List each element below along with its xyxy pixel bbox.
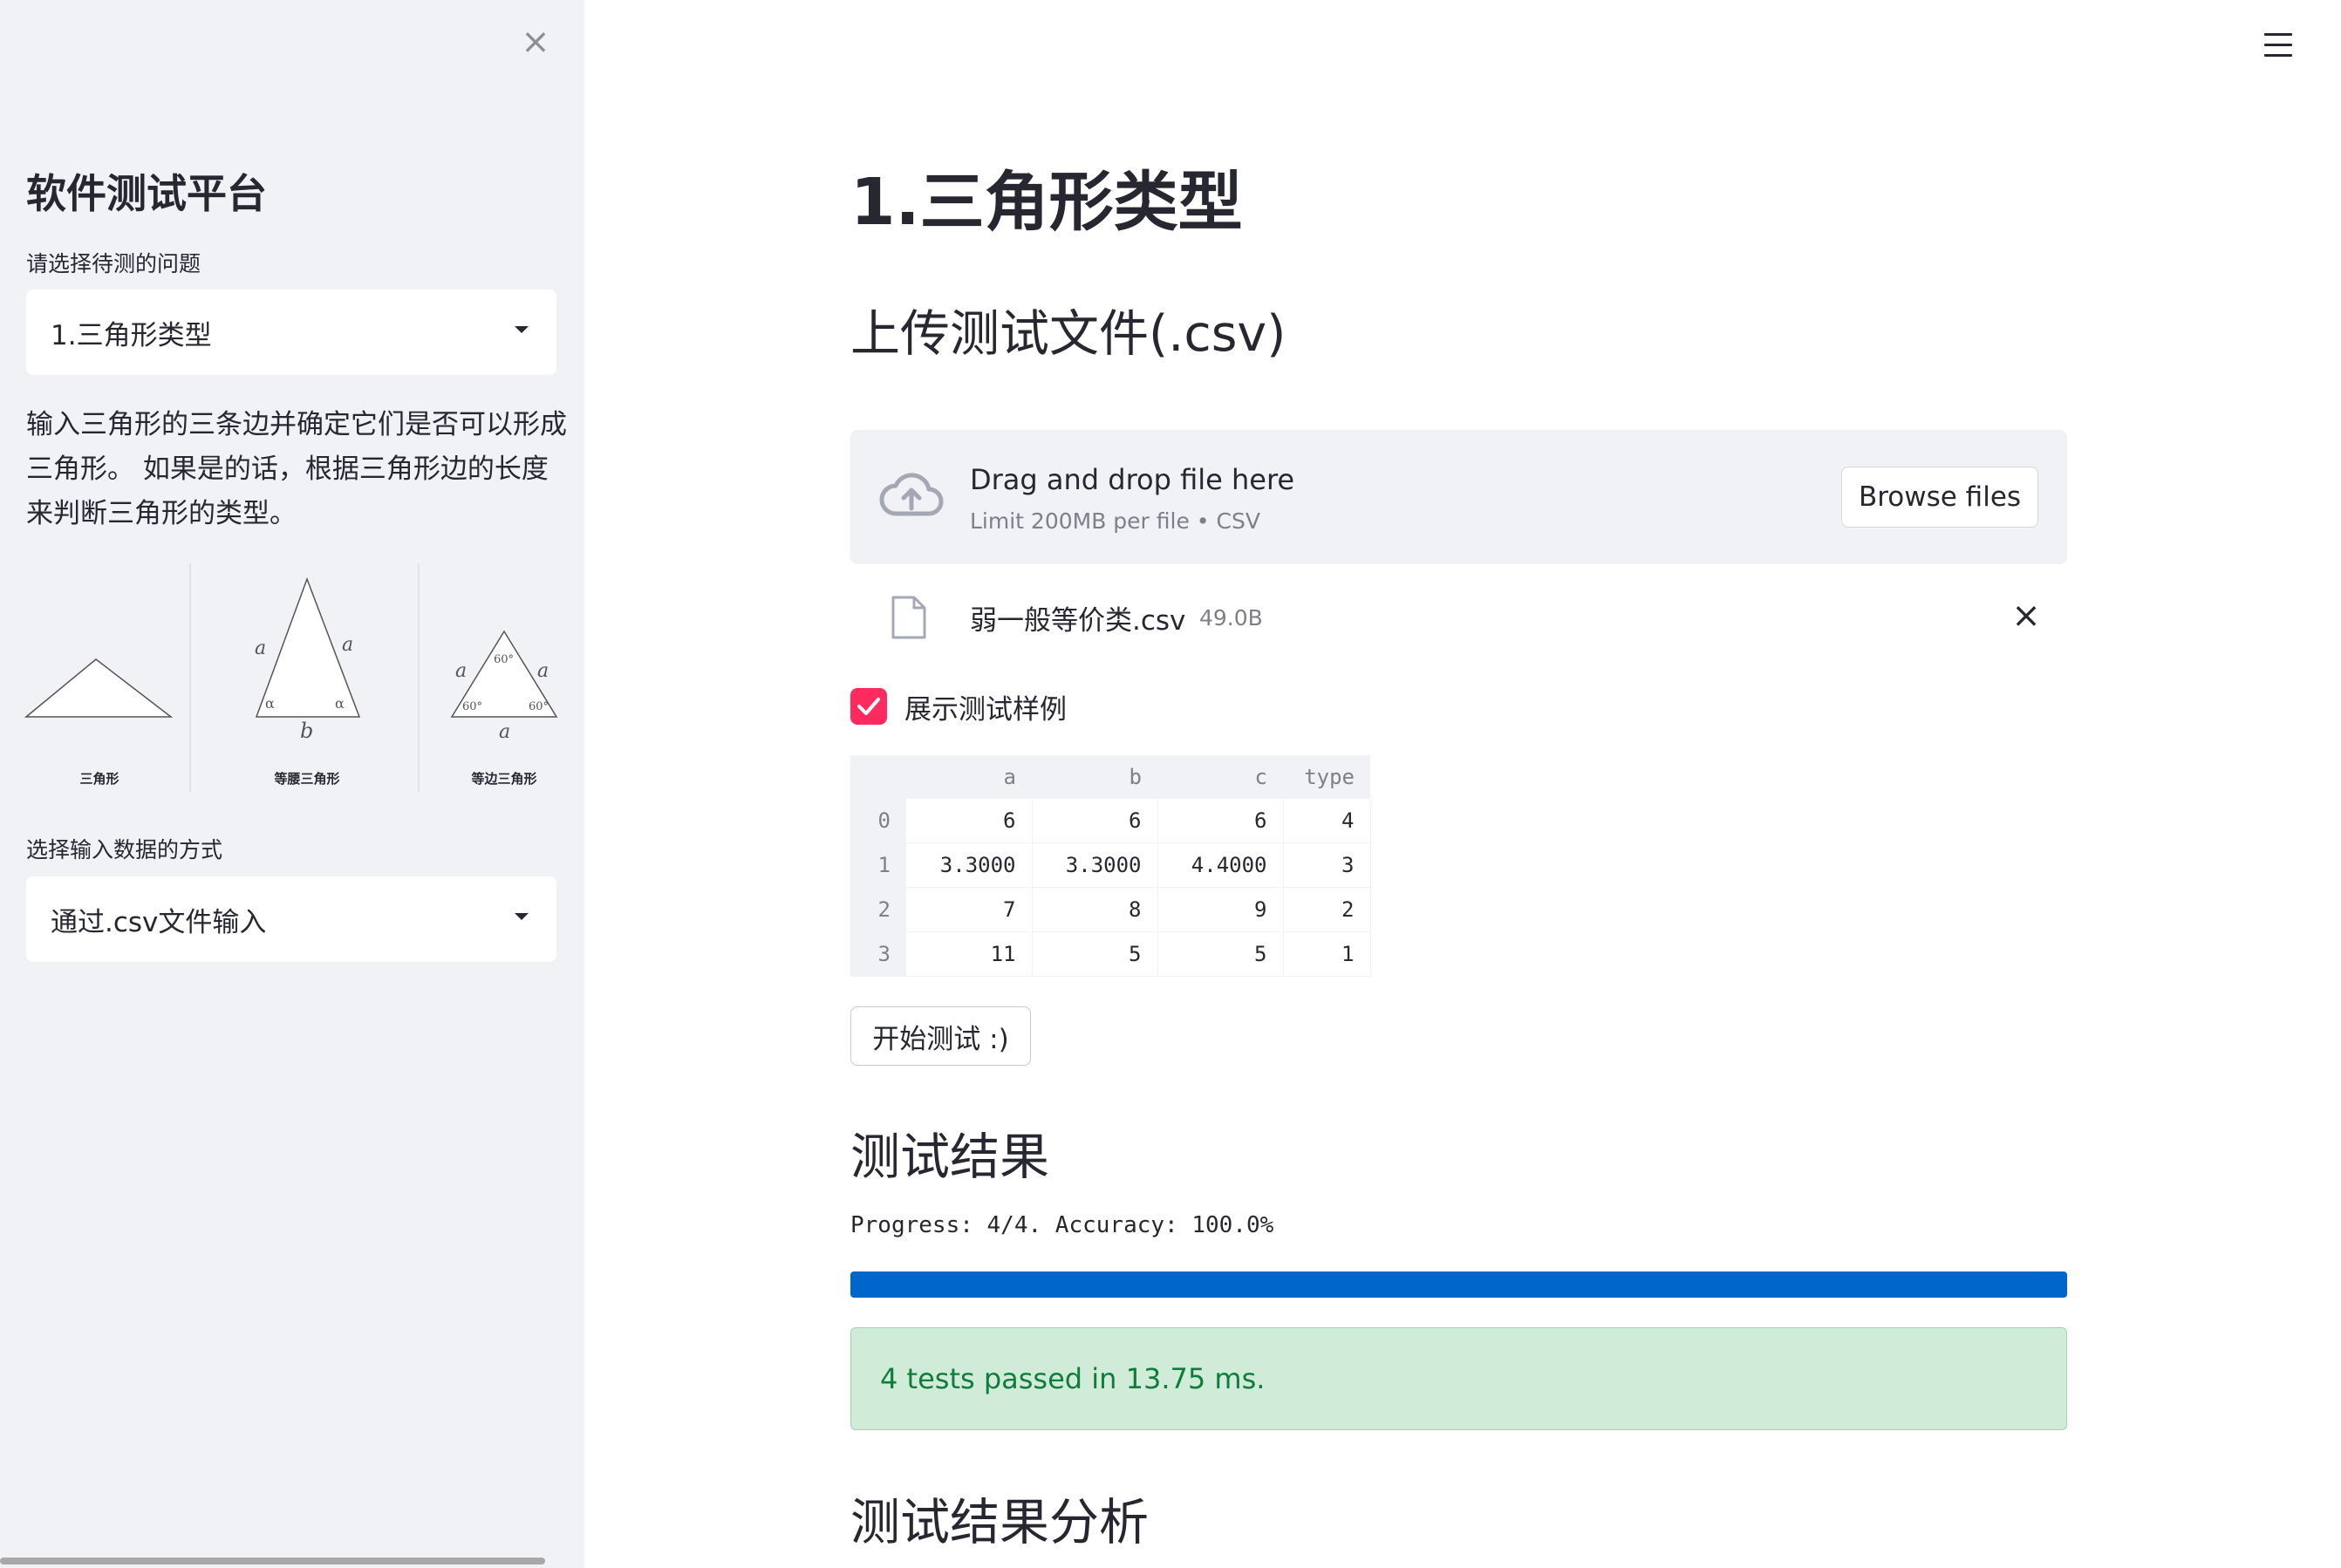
- checkbox-checked[interactable]: [850, 688, 887, 725]
- checkmark-icon: [857, 698, 880, 715]
- remove-file-icon[interactable]: ×: [2009, 598, 2044, 633]
- table-header-a[interactable]: a: [906, 755, 1032, 799]
- table-cell: 6: [1032, 799, 1158, 843]
- test-cases-table: a b c type 0 6 6 6 4 1 3.3000 3.3000 4.4…: [850, 755, 1371, 977]
- triangle-figure-drawing: a a b α α a a a 60° 60° 60°: [24, 563, 558, 792]
- input-method-value: 通过.csv文件输入: [51, 906, 267, 938]
- input-method-label: 选择输入数据的方式: [26, 837, 223, 862]
- sidebar-title: 软件测试平台: [26, 170, 267, 217]
- table-header-c[interactable]: c: [1157, 755, 1283, 799]
- table-cell: 2: [1283, 887, 1371, 932]
- progress-bar-fill: [850, 1271, 2067, 1298]
- row-index: 3: [850, 931, 906, 977]
- table-row: 3 11 5 5 1: [850, 931, 1371, 977]
- table-cell: 6: [1157, 799, 1284, 843]
- problem-description: 输入三角形的三条边并确定它们是否可以形成三角形。 如果是的话，根据三角形边的长度…: [26, 409, 567, 529]
- table-cell: 9: [1157, 887, 1284, 932]
- start-test-button[interactable]: 开始测试 :): [850, 1006, 1031, 1066]
- browse-files-button[interactable]: Browse files: [1841, 467, 2038, 528]
- caption-isosceles: 等腰三角形: [274, 771, 340, 787]
- uploaded-file-row: 弱一般等价类.csv 49.0B ×: [850, 586, 2067, 647]
- hamburger-menu-icon[interactable]: [2264, 33, 2292, 58]
- table-cell: 5: [1032, 931, 1158, 977]
- chevron-down-icon: [515, 913, 529, 920]
- table-cell: 4.4000: [1157, 842, 1284, 888]
- uploaded-file-size: 49.0B: [1199, 605, 1263, 631]
- upload-heading: 上传测试文件(.csv): [850, 305, 1287, 363]
- problem-select[interactable]: 1.三角形类型: [26, 290, 556, 375]
- svg-text:60°: 60°: [529, 700, 549, 713]
- table-row: 0 6 6 6 4: [850, 799, 1371, 843]
- svg-text:a: a: [499, 721, 510, 743]
- progress-text: Progress: 4/4. Accuracy: 100.0%: [850, 1212, 1274, 1238]
- chevron-down-icon: [515, 326, 529, 333]
- table-cell: 3.3000: [1032, 842, 1158, 888]
- row-index: 0: [850, 799, 906, 843]
- table-row: 2 7 8 9 2: [850, 887, 1371, 932]
- table-cell: 3: [1283, 842, 1371, 888]
- table-cell: 4: [1283, 799, 1371, 843]
- svg-text:60°: 60°: [462, 700, 482, 713]
- svg-text:α: α: [335, 695, 345, 712]
- table-cell: 8: [1032, 887, 1158, 932]
- table-header-b[interactable]: b: [1032, 755, 1157, 799]
- cloud-upload-icon: [879, 473, 944, 516]
- svg-text:a: a: [537, 660, 549, 682]
- svg-text:a: a: [455, 660, 467, 682]
- results-heading: 测试结果: [850, 1128, 1049, 1186]
- table-row: 1 3.3000 3.3000 4.4000 3: [850, 842, 1371, 888]
- row-index: 2: [850, 887, 906, 932]
- table-cell: 7: [906, 887, 1033, 932]
- row-index: 1: [850, 842, 906, 888]
- table-header-index: [850, 755, 906, 799]
- page-title: 1.三角形类型: [850, 165, 1243, 240]
- triangle-types-figure: a a b α α a a a 60° 60° 60° 三角形 等腰三角形 等边…: [21, 563, 562, 799]
- problem-select-value: 1.三角形类型: [51, 319, 212, 351]
- problem-select-label: 请选择待测的问题: [26, 251, 201, 276]
- upload-limit-text: Limit 200MB per file • CSV: [970, 508, 1260, 534]
- svg-text:a: a: [342, 634, 353, 656]
- show-test-cases-checkbox[interactable]: 展示测试样例: [850, 686, 1067, 726]
- scalene-triangle: [24, 658, 174, 718]
- caption-triangle: 三角形: [79, 771, 119, 787]
- file-uploader-dropzone[interactable]: Drag and drop file here Limit 200MB per …: [850, 430, 2067, 564]
- success-alert: 4 tests passed in 13.75 ms.: [850, 1327, 2067, 1430]
- sidebar-scrollbar[interactable]: [0, 1558, 545, 1565]
- table-header-row: a b c type: [850, 755, 1370, 799]
- uploaded-file-name: 弱一般等价类.csv: [970, 605, 1186, 637]
- svg-text:α: α: [265, 695, 275, 712]
- analysis-heading: 测试结果分析: [850, 1494, 1149, 1551]
- close-sidebar-icon[interactable]: ×: [518, 24, 553, 59]
- table-cell: 3.3000: [906, 842, 1033, 888]
- sidebar: × 软件测试平台 请选择待测的问题 1.三角形类型 输入三角形的三条边并确定它们…: [0, 0, 584, 1568]
- svg-text:a: a: [255, 637, 266, 659]
- table-cell: 6: [906, 799, 1033, 843]
- caption-equilateral: 等边三角形: [471, 771, 537, 787]
- table-header-type[interactable]: type: [1283, 755, 1370, 799]
- show-test-cases-label: 展示测试样例: [904, 693, 1067, 726]
- svg-text:60°: 60°: [494, 653, 514, 666]
- svg-text:b: b: [300, 719, 313, 743]
- progress-bar: [850, 1271, 2067, 1298]
- drag-drop-text: Drag and drop file here: [970, 463, 1295, 496]
- table-cell: 5: [1157, 931, 1284, 977]
- file-icon: [891, 596, 926, 639]
- table-cell: 11: [906, 931, 1033, 977]
- table-cell: 1: [1283, 931, 1371, 977]
- input-method-select[interactable]: 通过.csv文件输入: [26, 876, 556, 962]
